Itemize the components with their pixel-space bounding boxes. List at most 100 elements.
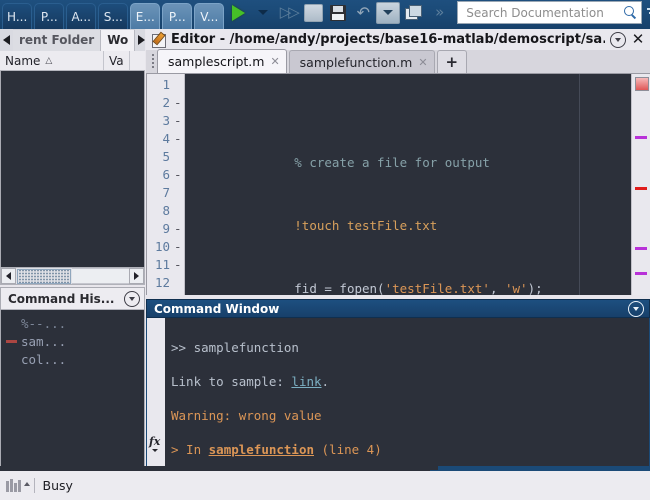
chevron-left-icon (6, 272, 11, 280)
ribbon-tab-publish[interactable]: P... (162, 3, 193, 29)
marker-warning[interactable] (635, 272, 647, 275)
run-dropdown-icon[interactable] (251, 1, 275, 25)
ribbon-tab-home[interactable]: H... (2, 3, 33, 29)
undo-icon[interactable]: ↶ (351, 1, 375, 25)
command-window-title: Command Window (154, 301, 280, 316)
code-line-1[interactable]: % create a file for output (185, 136, 631, 170)
search-input[interactable] (464, 4, 625, 21)
tab-scroll-right-button[interactable] (135, 29, 145, 51)
tab-samplescript[interactable]: samplescript.m ✕ (157, 49, 287, 73)
status-caret-icon[interactable] (23, 482, 30, 486)
list-item[interactable]: sam... (1, 332, 144, 350)
column-header-name[interactable]: Name △ (0, 51, 104, 70)
save-icon[interactable] (326, 1, 350, 25)
panel-options-icon[interactable] (124, 290, 140, 307)
ribbon-tab-apps[interactable]: A... (66, 3, 97, 29)
left-dock-column: rent Folder Wo Name △ Va Command His... (0, 29, 145, 498)
ribbon-tab-shortcuts[interactable]: S... (98, 3, 129, 29)
breakpoint-slot[interactable]: - (174, 256, 184, 274)
error-marker-icon (5, 339, 17, 343)
code-token-shell-escape: !touch testFile.txt (294, 218, 438, 233)
column-header-value[interactable]: Va (104, 51, 130, 70)
toolbar-expand-button[interactable] (643, 0, 650, 27)
workspace-horizontal-scrollbar[interactable] (0, 267, 145, 285)
ribbon-tab-apps-label: A... (71, 9, 91, 24)
tab-strip-grip[interactable] (149, 49, 157, 73)
chevron-left-icon (3, 35, 10, 45)
command-window-output[interactable]: >> samplefunction Link to sample: link. … (165, 318, 649, 470)
warning-prefix: > In (171, 442, 209, 457)
breakpoint-slot[interactable]: - (174, 238, 184, 256)
breakpoint-slot[interactable]: - (174, 94, 184, 112)
toolbar-overflow-button[interactable]: » (426, 1, 450, 25)
code-text-region[interactable]: % create a file for output !touch testFi… (185, 74, 631, 295)
sidebar-item-current-folder[interactable]: rent Folder (13, 29, 102, 51)
editor-close-button[interactable]: ✕ (631, 32, 645, 47)
stop-icon[interactable] (301, 1, 325, 25)
ribbon-tab-view[interactable]: V... (194, 3, 225, 29)
command-window-body[interactable]: fx >> samplefunction Link to sample: lin… (146, 318, 650, 471)
column-header-value-label: Va (109, 53, 124, 68)
output-text: Link to sample: (171, 374, 292, 389)
editor-marker-strip[interactable] (631, 74, 650, 295)
command-window-panel: Command Window fx >> samplefunction Link… (146, 299, 650, 471)
scroll-right-button[interactable] (129, 268, 144, 284)
scrollbar-track[interactable] (72, 268, 129, 284)
code-line-2[interactable]: !touch testFile.txt (185, 199, 631, 233)
list-item[interactable]: %--... (1, 314, 144, 332)
marker-error[interactable] (635, 187, 647, 190)
line-number: 4 (162, 131, 170, 146)
breakpoint-slot[interactable]: - (174, 166, 184, 184)
breakpoint-gutter[interactable]: - - - - - - - (173, 74, 185, 295)
tab-samplefunction-label: samplefunction.m (299, 54, 413, 70)
tab-samplefunction[interactable]: samplefunction.m ✕ (288, 50, 435, 73)
close-icon[interactable]: ✕ (270, 55, 279, 68)
toolbar-icon-group: ▷▷ ↶ » (226, 0, 650, 29)
run-icon[interactable] (226, 1, 250, 25)
line-number: 7 (162, 185, 170, 200)
undo-arrow-icon: ↶ (356, 2, 370, 22)
scroll-left-button[interactable] (1, 268, 16, 284)
warning-text: Warning: wrong value (171, 408, 322, 423)
scrollbar-thumb[interactable] (17, 268, 71, 284)
search-documentation-field[interactable] (457, 1, 643, 24)
tab-scroll-left-button[interactable] (0, 29, 13, 51)
breakpoint-slot[interactable] (174, 148, 184, 166)
workspace-table-body[interactable] (0, 71, 145, 267)
command-window-options-icon[interactable] (628, 300, 644, 317)
marker-warning[interactable] (635, 247, 647, 250)
chevron-right-icon (134, 272, 139, 280)
chevrons-right-icon: » (435, 3, 444, 21)
command-history-title: Command His... (8, 291, 115, 306)
breakpoint-slot[interactable] (174, 274, 184, 292)
breakpoint-slot[interactable]: - (174, 220, 184, 238)
ribbon-tab-publish-label: P... (168, 9, 186, 24)
run-and-advance-icon[interactable]: ▷▷ (276, 1, 300, 25)
fx-function-hint-icon[interactable]: fx (149, 435, 160, 452)
ribbon-tab-editor[interactable]: E... (130, 3, 161, 29)
undo-dropdown-icon[interactable] (376, 1, 401, 24)
line-number: 3 (162, 113, 170, 128)
warning-hyperlink[interactable]: samplefunction (209, 442, 314, 457)
ribbon-tab-plots-label: P... (40, 9, 58, 24)
breakpoint-slot[interactable] (174, 76, 184, 94)
breakpoint-slot[interactable]: - (174, 130, 184, 148)
list-item[interactable]: col... (1, 350, 144, 368)
editor-options-icon[interactable] (610, 31, 626, 48)
code-editor-area[interactable]: 1 2 3 4 5 6 7 8 9 10 11 12 - - - - - - -… (146, 74, 650, 295)
editor-title-bar: Editor - /home/andy/projects/base16-matl… (146, 29, 650, 50)
sidebar-item-workspace[interactable]: Wo (101, 29, 136, 51)
breakpoint-slot[interactable]: - (174, 112, 184, 130)
ribbon-tab-plots[interactable]: P... (34, 3, 65, 29)
copy-figure-icon[interactable] (401, 1, 425, 25)
new-tab-button[interactable]: + (436, 50, 468, 73)
marker-warning[interactable] (635, 136, 647, 139)
close-icon[interactable]: ✕ (418, 56, 427, 69)
left-panel-tab-strip: rent Folder Wo (0, 29, 145, 51)
code-analyzer-status-icon[interactable] (635, 77, 649, 91)
code-line-3[interactable]: fid = fopen('testFile.txt', 'w'); (185, 262, 631, 295)
output-hyperlink[interactable]: link (291, 374, 321, 389)
line-number: 9 (162, 221, 170, 236)
breakpoint-slot[interactable] (174, 184, 184, 202)
breakpoint-slot[interactable] (174, 202, 184, 220)
